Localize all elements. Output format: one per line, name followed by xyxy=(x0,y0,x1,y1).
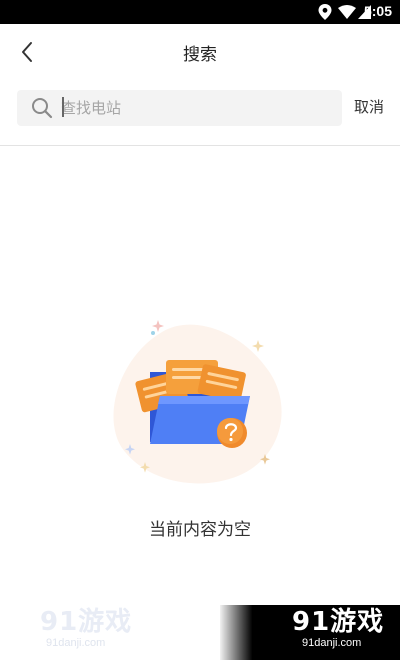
watermark-logo-text: 91游戏 xyxy=(292,607,385,637)
empty-state-message: 当前内容为空 xyxy=(149,520,251,540)
watermark-logo-light: 91游戏 91danji.com xyxy=(40,607,132,649)
search-box[interactable] xyxy=(17,90,342,126)
location-icon xyxy=(318,4,332,20)
wifi-icon xyxy=(338,5,356,19)
folder-with-documents-question-icon xyxy=(113,320,282,484)
status-bar: 5:05 xyxy=(0,0,400,24)
header-divider xyxy=(0,145,400,146)
search-icon xyxy=(32,98,53,119)
search-bar: 取消 xyxy=(0,88,400,128)
page-title: 搜索 xyxy=(183,45,217,65)
cancel-button[interactable]: 取消 xyxy=(354,96,384,117)
watermark-logo-dark: 91游戏 91danji.com xyxy=(292,607,384,649)
watermark-url: 91danji.com xyxy=(46,637,106,649)
watermark-logo-text: 91游戏 xyxy=(40,607,133,637)
search-input[interactable] xyxy=(61,90,331,126)
header: 搜索 xyxy=(0,24,400,80)
status-time: 5:05 xyxy=(363,3,392,19)
text-cursor xyxy=(62,97,64,117)
watermark: 91游戏 91danji.com 91游戏 91danji.com xyxy=(0,605,400,660)
watermark-url: 91danji.com xyxy=(302,637,362,649)
